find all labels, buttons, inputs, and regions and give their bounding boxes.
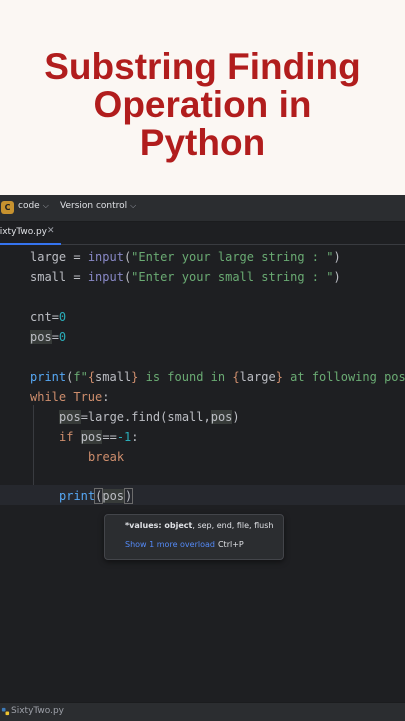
code-line-4: pos=0 xyxy=(30,330,67,344)
title-banner: Substring Finding Operation in Python xyxy=(0,0,405,195)
code-editor[interactable]: large = input("Enter your large string :… xyxy=(0,245,405,695)
ide-window: C code⌵ Version control⌵ SixtyTwo.py ✕ l… xyxy=(0,195,405,721)
banner-title-line-3: Python xyxy=(139,122,266,163)
version-control-label: Version control xyxy=(60,201,128,211)
status-file-name[interactable]: SixtyTwo.py xyxy=(11,706,64,716)
tab-label: SixtyTwo.py xyxy=(0,227,48,237)
status-bar: SixtyTwo.py xyxy=(0,702,405,721)
code-line-8: if pos==-1: xyxy=(59,430,139,444)
code-line-1: large = input("Enter your large string :… xyxy=(30,250,341,264)
project-badge[interactable]: C xyxy=(1,201,14,214)
shortcut-hint: Ctrl+P xyxy=(217,540,244,549)
code-line-3: cnt=0 xyxy=(30,310,67,324)
code-line-2: small = input("Enter your small string :… xyxy=(30,270,341,284)
chevron-down-icon: ⌵ xyxy=(42,201,49,210)
main-toolbar: C code ⌵ Version control ⌵ xyxy=(0,195,405,222)
parameter-signature: *values: object, sep, end, file, flush xyxy=(125,521,274,530)
banner-title: Substring Finding Operation in Python xyxy=(0,48,405,162)
close-icon[interactable]: ✕ xyxy=(47,226,55,236)
python-file-icon xyxy=(1,707,10,716)
version-control-menu[interactable]: Version control ⌵ xyxy=(60,201,136,211)
show-more-overload-link[interactable]: Show 1 more overload Ctrl+P xyxy=(125,540,244,549)
code-line-7: pos=large.find(small,pos) xyxy=(59,410,240,424)
project-selector[interactable]: code ⌵ xyxy=(18,201,49,211)
tab-sixtytwo-py[interactable]: SixtyTwo.py ✕ xyxy=(0,222,61,245)
code-line-6: while True: xyxy=(30,390,110,404)
code-line-9: break xyxy=(88,450,125,464)
code-line-5: print(f"{small} is found in {large} at f… xyxy=(30,370,405,384)
parameter-info-popup: *values: object, sep, end, file, flush S… xyxy=(104,514,284,560)
project-name: code xyxy=(18,201,40,211)
editor-tab-bar: SixtyTwo.py ✕ xyxy=(0,222,405,245)
code-line-10: print(pos) xyxy=(59,488,134,504)
indent-guide xyxy=(33,405,34,485)
banner-title-line-2: Operation in xyxy=(93,84,312,125)
banner-title-line-1: Substring Finding xyxy=(44,46,361,87)
chevron-down-icon: ⌵ xyxy=(130,201,137,210)
